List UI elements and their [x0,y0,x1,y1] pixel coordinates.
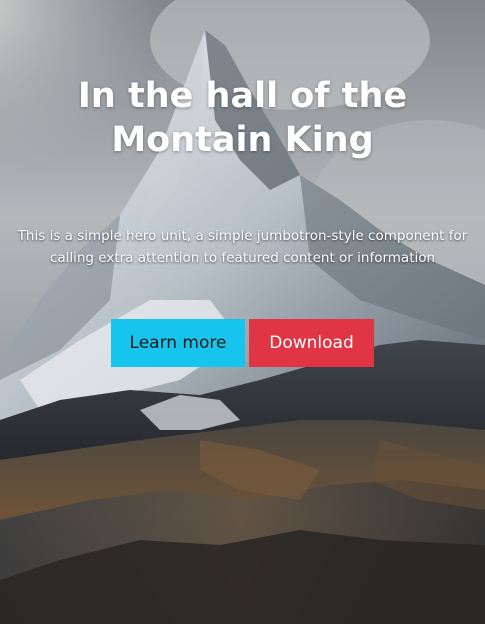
hero-title: In the hall of the Montain King [0,74,485,162]
hero-title-line-1: In the hall of the [77,76,408,116]
hero-actions: Learn more Download [0,319,485,367]
learn-more-button[interactable]: Learn more [111,319,245,367]
hero-title-line-2: Montain King [111,120,374,160]
hero-lead-line-2: calling extra attention to featured cont… [49,250,436,266]
hero-unit: In the hall of the Montain King This is … [0,0,485,624]
hero-content: In the hall of the Montain King This is … [0,0,485,624]
hero-lead-text: This is a simple hero unit, a simple jum… [0,225,485,269]
download-button[interactable]: Download [249,319,374,367]
hero-lead-line-1: This is a simple hero unit, a simple jum… [17,228,468,244]
